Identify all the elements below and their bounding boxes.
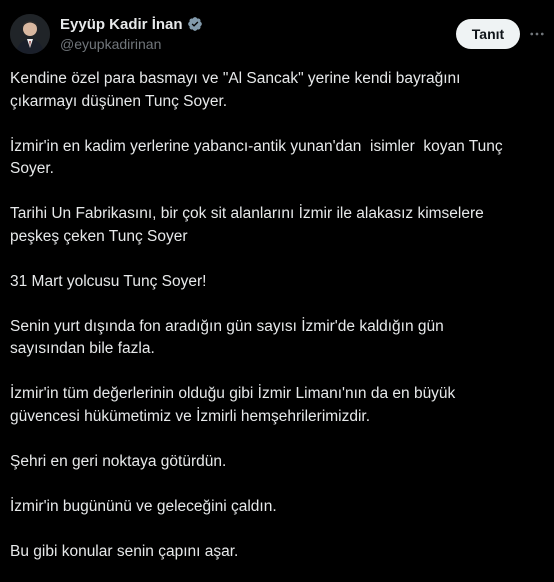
tweet-paragraph: 31 Mart yolcusu Tunç Soyer! [10, 272, 207, 290]
avatar[interactable] [10, 14, 50, 54]
ellipsis-icon [530, 32, 544, 36]
tweet-paragraph: İzmir'in tüm değerlerinin olduğu gibi İz… [10, 385, 456, 425]
tweet-paragraph: İzmir'in bugününü ve geleceğini çaldın. [10, 497, 277, 515]
tweet-paragraph: Kendine özel para basmayı ve "Al Sancak"… [10, 70, 461, 110]
author-handle[interactable]: @eyupkadirinan [60, 36, 203, 52]
more-options-button[interactable] [526, 24, 548, 44]
display-name[interactable]: Eyyüp Kadir İnan [60, 16, 183, 33]
tweet-paragraph: İzmir'in en kadim yerlerine yabancı-anti… [10, 137, 503, 178]
tweet-header: Eyyüp Kadir İnan @eyupkadirinan Tanıt [0, 0, 554, 64]
tweet-paragraph: Bu gibi konular senin çapını aşar. [10, 542, 239, 560]
tweet-paragraph: Tarihi Un Fabrikasını, bir çok sit alanl… [10, 205, 484, 245]
tweet-text: Kendine özel para basmayı ve "Al Sancak"… [10, 68, 546, 563]
tweet-paragraph: Şehri en geri noktaya götürdün. [10, 452, 227, 470]
profile-photo-icon [10, 14, 50, 54]
follow-button[interactable]: Tanıt [456, 19, 520, 49]
verified-badge-icon [187, 16, 203, 32]
display-name-row: Eyyüp Kadir İnan [60, 14, 203, 34]
tweet-paragraph: Senin yurt dışında fon aradığın gün sayı… [10, 317, 444, 358]
author-block: Eyyüp Kadir İnan @eyupkadirinan [60, 14, 203, 52]
